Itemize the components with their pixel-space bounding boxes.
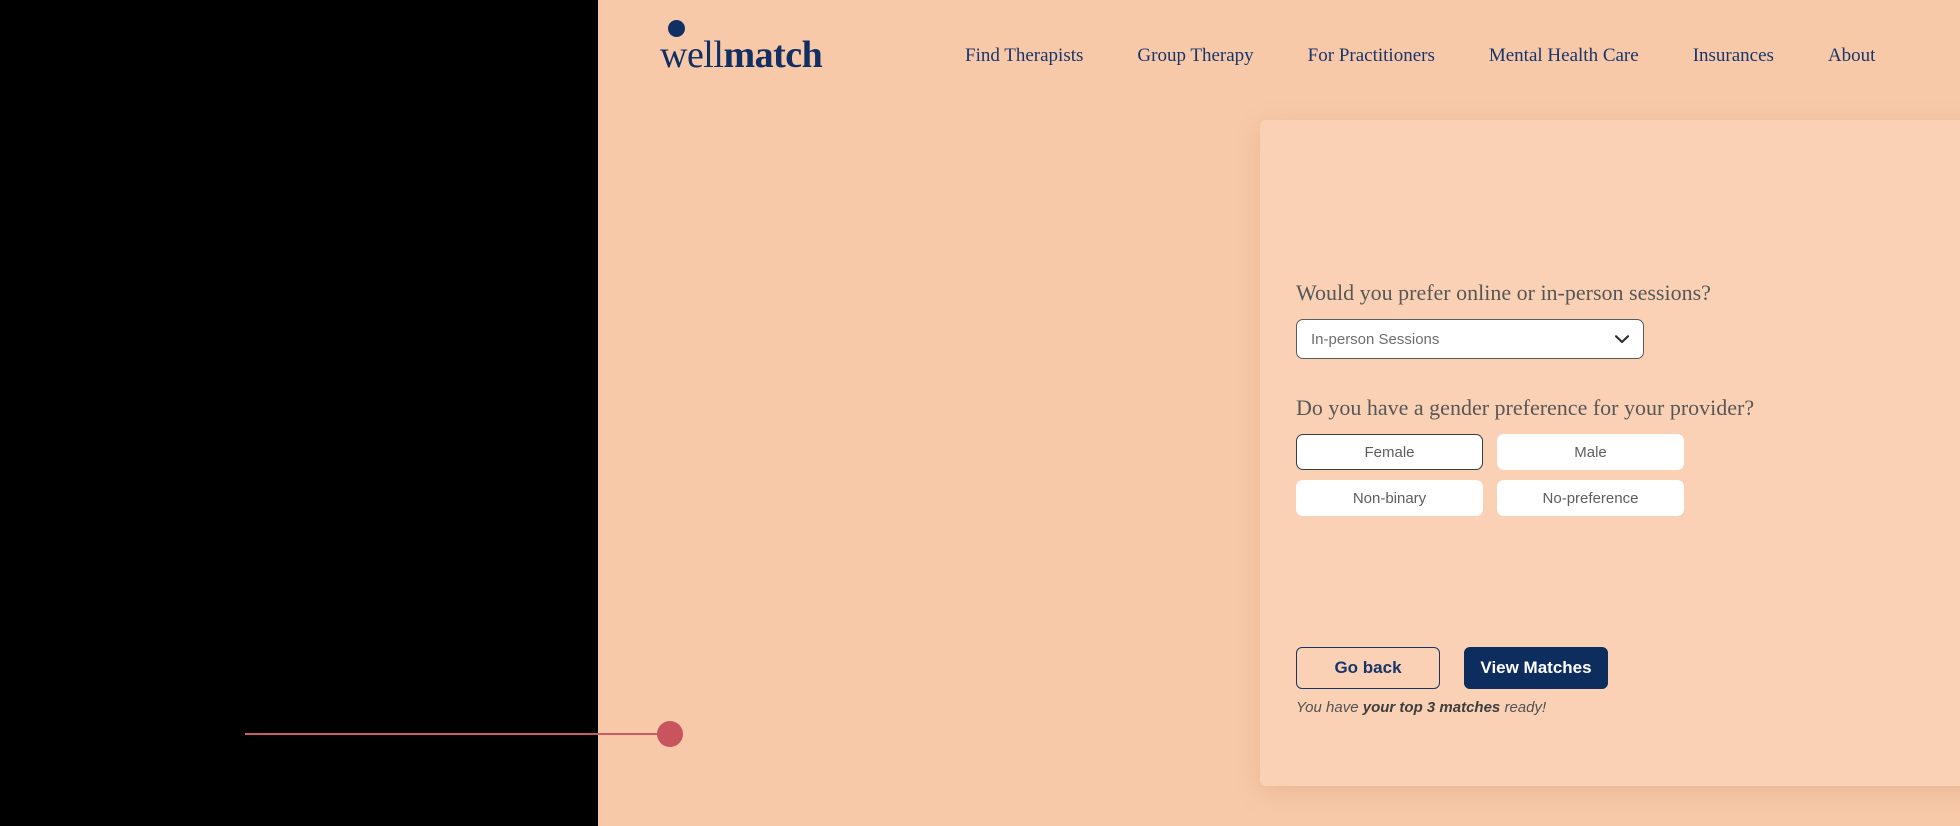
gender-option-no-preference[interactable]: No-preference <box>1497 480 1684 516</box>
annotation-line <box>245 733 673 735</box>
gender-option-group: Female Male Non-binary No-preference <box>1296 434 1856 516</box>
preferences-form: Would you prefer online or in-person ses… <box>1296 280 1856 516</box>
matches-tagline: You have your top 3 matches ready! <box>1296 699 1546 716</box>
session-type-select-wrapper: In-person Sessions <box>1296 319 1644 359</box>
go-back-button[interactable]: Go back <box>1296 647 1440 689</box>
questionnaire-card: Would you prefer online or in-person ses… <box>1260 120 1960 786</box>
brand-name-bold: match <box>723 34 823 76</box>
tagline-emphasis: your top 3 matches <box>1362 699 1501 716</box>
app-page: wellmatch Find Therapists Group Therapy … <box>598 0 1960 826</box>
nav-item-insurances[interactable]: Insurances <box>1666 45 1801 67</box>
session-type-value: In-person Sessions <box>1311 330 1440 348</box>
tagline-prefix: You have <box>1296 699 1363 716</box>
gender-option-male[interactable]: Male <box>1497 434 1684 470</box>
nav-item-about[interactable]: About <box>1801 45 1903 67</box>
gender-option-non-binary[interactable]: Non-binary <box>1296 480 1483 516</box>
form-actions: Go back View Matches <box>1296 647 1608 689</box>
question-gender-preference: Do you have a gender preference for your… <box>1296 395 1755 420</box>
nav-item-group-therapy[interactable]: Group Therapy <box>1110 45 1280 67</box>
nav-item-find-therapists[interactable]: Find Therapists <box>938 45 1110 67</box>
main-navigation: Find Therapists Group Therapy For Practi… <box>938 45 1902 67</box>
question-session-type: Would you prefer online or in-person ses… <box>1296 280 1711 305</box>
logo-dot-icon <box>668 20 685 37</box>
annotation-target-dot <box>657 721 683 747</box>
nav-item-for-practitioners[interactable]: For Practitioners <box>1281 45 1462 67</box>
session-type-select[interactable]: In-person Sessions <box>1296 319 1644 359</box>
tagline-suffix: ready! <box>1500 699 1547 716</box>
gender-option-female[interactable]: Female <box>1296 434 1483 470</box>
view-matches-button[interactable]: View Matches <box>1464 647 1608 689</box>
brand-logo[interactable]: wellmatch <box>660 20 823 76</box>
nav-item-mental-health-care[interactable]: Mental Health Care <box>1462 45 1666 67</box>
site-header: wellmatch Find Therapists Group Therapy … <box>598 0 1960 112</box>
brand-name-light: well <box>660 34 724 76</box>
